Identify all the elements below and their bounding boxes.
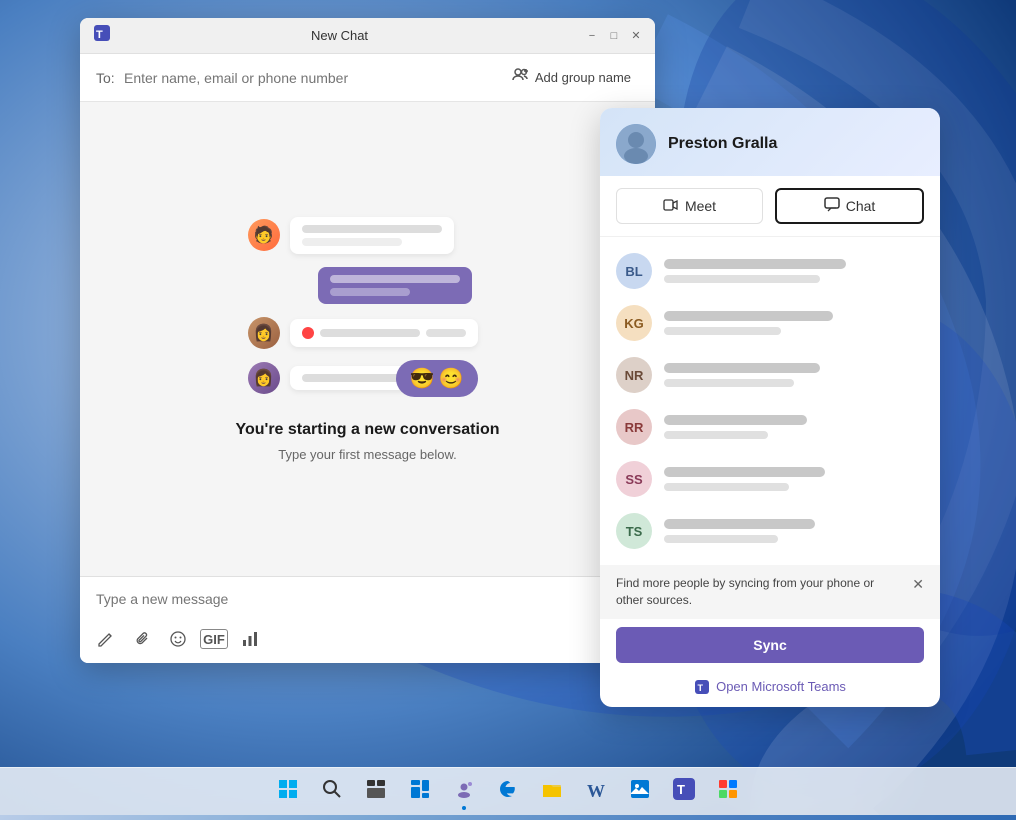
task-view-button[interactable] [356,772,396,812]
widgets-button[interactable] [400,772,440,812]
maximize-button[interactable]: □ [607,29,621,43]
add-group-button[interactable]: Add group name [503,62,639,93]
teams-button[interactable]: T [664,772,704,812]
close-button[interactable]: ✕ [629,29,643,43]
action-buttons: Meet Chat [600,176,940,237]
contact-info-bl [664,259,924,283]
gif-icon[interactable]: GIF [200,629,228,649]
store-button[interactable] [708,772,748,812]
sync-banner: Find more people by syncing from your ph… [600,565,940,619]
new-chat-window: T New Chat − □ ✕ To: Add gro [80,18,655,663]
open-teams-label: Open Microsoft Teams [716,679,846,694]
add-group-icon [511,66,529,89]
contact-card: Preston Gralla Meet Chat BL KG [600,108,940,707]
search-button[interactable] [312,772,352,812]
edge-button[interactable] [488,772,528,812]
message-toolbar: GIF [80,621,655,663]
to-bar: To: Add group name [80,54,655,102]
start-button[interactable] [268,772,308,812]
contact-initials-kg: KG [616,305,652,341]
sync-button[interactable]: Sync [616,627,924,663]
chart-icon[interactable] [236,625,264,653]
pen-icon[interactable] [92,625,120,653]
meet-button[interactable]: Meet [616,188,763,224]
contact-name: Preston Gralla [668,135,777,153]
contact-initials-bl: BL [616,253,652,289]
contact-item-kg[interactable]: KG [600,297,940,349]
window-controls: − □ ✕ [585,29,643,43]
contact-item-nr[interactable]: NR [600,349,940,401]
taskbar: W T [0,767,1016,815]
explorer-button[interactable] [532,772,572,812]
contacts-list: BL KG NR RR [600,237,940,565]
word-button[interactable]: W [576,772,616,812]
chat-body: 🧑 👩 [80,102,655,576]
svg-text:T: T [698,683,704,693]
contact-initials-rr: RR [616,409,652,445]
contact-info-ss [664,467,924,491]
sync-banner-close[interactable]: ✕ [912,575,924,595]
contact-initials-nr: NR [616,357,652,393]
conversation-subtext: Type your first message below. [278,447,456,462]
contact-info-nr [664,363,924,387]
message-input-area: GIF [80,576,655,663]
contact-avatar [616,124,656,164]
emoji-icon[interactable] [164,625,192,653]
chat-button[interactable]: Chat [775,188,924,224]
contact-info-ts [664,519,924,543]
add-group-label: Add group name [535,70,631,85]
meet-label: Meet [685,198,716,214]
window-title: New Chat [94,28,585,43]
contact-header: Preston Gralla [600,108,940,176]
open-teams-link[interactable]: T Open Microsoft Teams [600,671,940,707]
conversation-heading: You're starting a new conversation [235,421,499,439]
contact-item-rr[interactable]: RR [600,401,940,453]
minimize-button[interactable]: − [585,29,599,43]
to-label: To: [96,70,116,86]
photos-button[interactable] [620,772,660,812]
sync-banner-text: Find more people by syncing from your ph… [616,575,904,609]
contact-item-bl[interactable]: BL [600,245,940,297]
contact-initials-ts: TS [616,513,652,549]
teams-chat-button[interactable] [444,772,484,812]
chat-icon [824,197,840,216]
contact-info-kg [664,311,924,335]
contact-item-ss[interactable]: SS [600,453,940,505]
contact-info-rr [664,415,924,439]
contact-initials-ss: SS [616,461,652,497]
message-input[interactable] [80,577,655,621]
contact-item-ts[interactable]: TS [600,505,940,557]
svg-text:T: T [677,782,685,797]
chat-label: Chat [846,198,876,214]
chat-illustration: 🧑 👩 [218,217,518,397]
attach-icon[interactable] [128,625,156,653]
title-bar: T New Chat − □ ✕ [80,18,655,54]
recipient-input[interactable] [124,70,495,86]
video-icon [663,197,679,216]
